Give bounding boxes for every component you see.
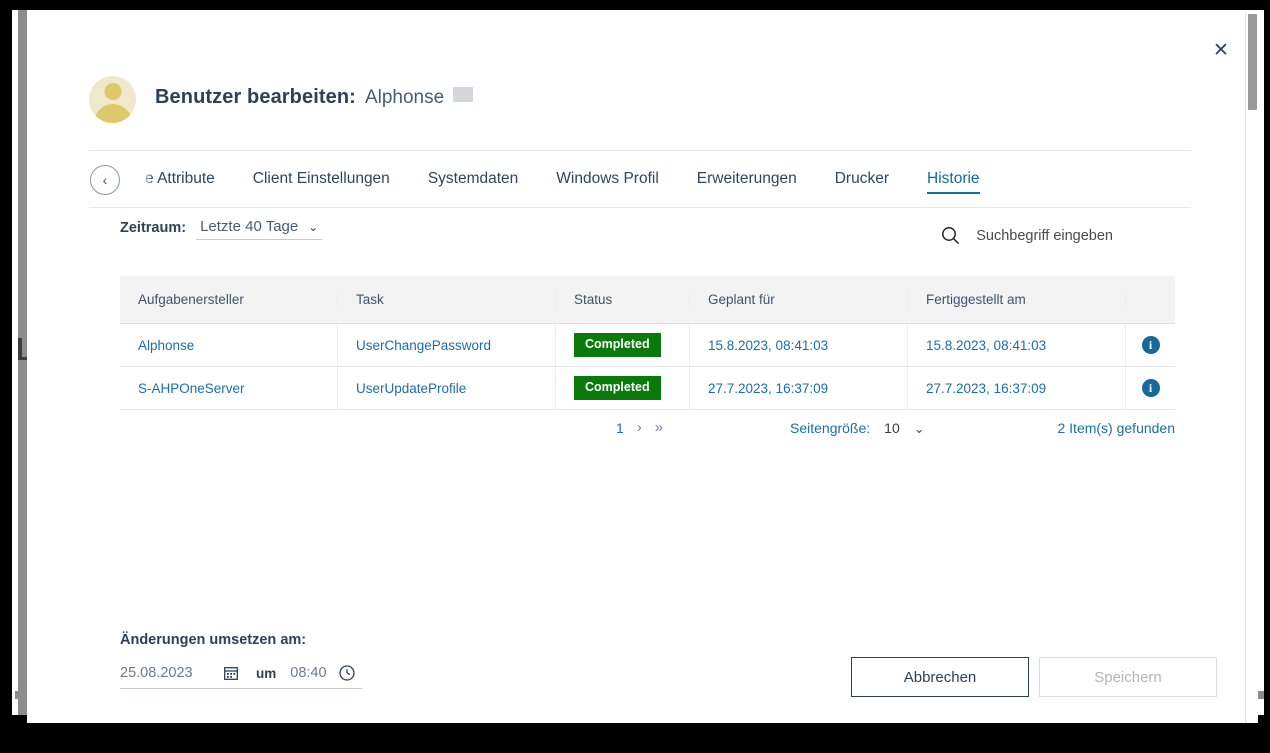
scrollbar-thumb[interactable]: [1248, 14, 1257, 110]
chevron-down-icon[interactable]: ⌄: [914, 422, 925, 435]
redacted-block: [453, 87, 474, 102]
tab-bar: ‹ e Attribute Client Einstellungen Syste…: [89, 150, 1191, 208]
info-icon[interactable]: i: [1141, 379, 1160, 397]
zeitraum-filter: Zeitraum: Letzte 40 Tage ⌄: [120, 218, 323, 240]
search-box[interactable]: Suchbegriff eingeben: [941, 226, 1113, 245]
filter-bar: Zeitraum: Letzte 40 Tage ⌄ Suchbegriff e…: [27, 208, 1245, 270]
page-number-1[interactable]: 1: [616, 420, 624, 436]
column-header-fertiggestellt-am: Fertiggestellt am: [908, 292, 1126, 307]
dialog-title: Benutzer bearbeiten:: [155, 86, 356, 108]
window-left-scrollbar[interactable]: [12, 10, 27, 715]
search-input[interactable]: Suchbegriff eingeben: [976, 228, 1113, 244]
cell-info: i: [1126, 324, 1175, 366]
next-page-icon[interactable]: ›: [637, 419, 642, 436]
tab-historie[interactable]: Historie: [908, 151, 999, 207]
search-icon: [941, 226, 960, 245]
schedule-at-label: um: [256, 665, 277, 681]
cell-task: UserChangePassword: [338, 324, 556, 366]
page-size-select[interactable]: Seitengröße: 10 ⌄: [790, 420, 925, 436]
cell-creator: S-AHPOneServer: [120, 367, 338, 409]
pagination-bar: 1 › » Seitengröße: 10 ⌄ 2 Item(s) gefund…: [120, 419, 1175, 447]
tab-client-einstellungen[interactable]: Client Einstellungen: [234, 151, 409, 207]
dialog-header: Benutzer bearbeiten: Alphonse: [27, 12, 1245, 150]
cell-completed: 27.7.2023, 16:37:09: [908, 367, 1126, 409]
tab-drucker[interactable]: Drucker: [816, 151, 908, 207]
time-input[interactable]: 08:40: [290, 665, 326, 681]
zeitraum-label: Zeitraum:: [120, 220, 187, 236]
cell-creator: Alphonse: [120, 324, 338, 366]
page-size-label: Seitengröße:: [790, 420, 871, 436]
column-header-geplant-fuer: Geplant für: [690, 292, 908, 307]
page-links: 1 › »: [616, 419, 663, 436]
table-row[interactable]: S-AHPOneServer UserUpdateProfile Complet…: [120, 367, 1175, 410]
avatar-head: [104, 83, 121, 100]
table-header-row: Aufgabenersteller Task Status Geplant fü…: [120, 276, 1175, 324]
tab-erweiterungen[interactable]: Erweiterungen: [678, 151, 816, 207]
dialog-footer: Änderungen umsetzen am: 25.08.2023 um 08…: [27, 622, 1245, 723]
edit-user-dialog: ✕ Benutzer bearbeiten: Alphonse ‹ e Attr…: [27, 12, 1258, 723]
tab-list: e Attribute Client Einstellungen Systemd…: [137, 151, 1191, 207]
tabs-scroll-left-button[interactable]: ‹: [90, 165, 120, 195]
window-edge-artifact: [18, 338, 31, 360]
page-title: Benutzer bearbeiten: Alphonse: [155, 86, 474, 109]
column-header-task: Task: [338, 292, 556, 307]
date-input[interactable]: 25.08.2023: [120, 665, 224, 681]
cell-status: Completed: [556, 324, 690, 366]
tab-windows-profil[interactable]: Windows Profil: [537, 151, 678, 207]
cell-status: Completed: [556, 367, 690, 409]
items-found-label: 2 Item(s) gefunden: [1057, 420, 1175, 436]
status-badge: Completed: [574, 333, 661, 357]
clock-icon[interactable]: [338, 665, 355, 681]
tab-eigene-attribute[interactable]: e Attribute: [137, 151, 234, 207]
history-table: Aufgabenersteller Task Status Geplant fü…: [120, 276, 1175, 410]
chevron-down-icon: ⌄: [308, 219, 319, 234]
schedule-datetime-field[interactable]: 25.08.2023 um 08:40: [120, 665, 362, 689]
status-badge: Completed: [574, 376, 661, 400]
tab-systemdaten[interactable]: Systemdaten: [409, 151, 537, 207]
cell-completed: 15.8.2023, 08:41:03: [908, 324, 1126, 366]
column-header-status: Status: [556, 292, 690, 307]
schedule-label: Änderungen umsetzen am:: [120, 632, 307, 648]
dialog-scrollbar[interactable]: [1245, 12, 1258, 723]
avatar-body: [93, 104, 132, 123]
page-size-value: 10: [884, 420, 900, 436]
info-icon[interactable]: i: [1141, 336, 1160, 354]
footer-buttons: Abbrechen Speichern: [851, 657, 1217, 697]
last-page-icon[interactable]: »: [655, 419, 663, 436]
column-header-aufgabenersteller: Aufgabenersteller: [120, 292, 338, 307]
table-row[interactable]: Alphonse UserChangePassword Completed 15…: [120, 324, 1175, 367]
zeitraum-value: Letzte 40 Tage: [200, 218, 299, 235]
avatar: [89, 76, 136, 123]
cell-task: UserUpdateProfile: [338, 367, 556, 409]
cell-info: i: [1126, 367, 1175, 409]
zeitraum-select[interactable]: Letzte 40 Tage ⌄: [196, 218, 323, 240]
calendar-icon[interactable]: [224, 666, 238, 680]
dialog-title-username: Alphonse: [364, 87, 445, 108]
save-button[interactable]: Speichern: [1039, 657, 1217, 697]
cancel-button[interactable]: Abbrechen: [851, 657, 1029, 697]
cell-scheduled: 27.7.2023, 16:37:09: [690, 367, 908, 409]
cell-scheduled: 15.8.2023, 08:41:03: [690, 324, 908, 366]
